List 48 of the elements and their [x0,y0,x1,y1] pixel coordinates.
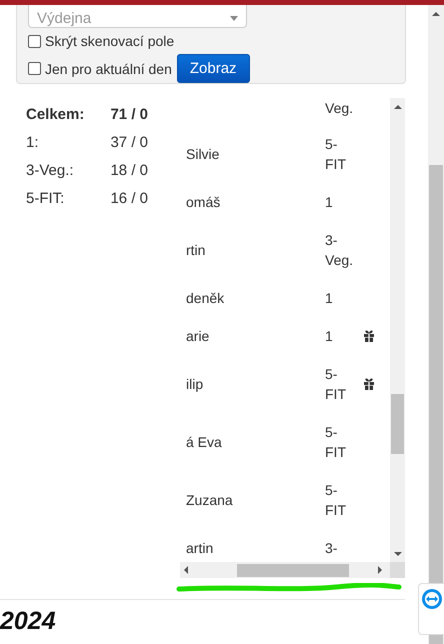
show-button[interactable]: Zobraz [176,54,250,83]
scrollbar-thumb[interactable] [237,564,349,576]
summary-value: 37 / 0 [110,134,148,150]
summary-value: 16 / 0 [110,190,148,206]
table-cell: 5-FIT [325,482,346,518]
checkbox-label[interactable]: Jen pro aktuální den [45,58,172,78]
table-cell: deněk [186,290,224,306]
horizontal-scrollbar[interactable] [180,562,405,578]
table-cell: rtin [186,242,206,258]
gift-icon [363,330,375,342]
table-cell: Veg. [325,100,354,116]
checkbox[interactable] [28,62,41,75]
checkbox[interactable] [28,34,41,48]
summary-label: Celkem: [26,106,84,122]
select-placeholder: Výdejna [37,10,92,26]
gift-icon [363,378,375,390]
scroll-right-icon[interactable] [378,566,382,574]
table-cell: 1 [325,328,333,344]
caret-icon [230,16,238,20]
table-cell: 3-Veg. [325,232,354,268]
scroll-up-icon[interactable] [394,105,402,109]
table-cell: 5-FIT [325,136,346,172]
table-cell: ilip [186,376,204,392]
table-cell: arie [186,328,210,344]
scroll-up-icon[interactable] [432,12,440,16]
page-scrollbar[interactable] [428,5,444,644]
vertical-scrollbar[interactable] [390,98,405,562]
table-cell: 5-FIT [325,424,346,460]
table-cell: 1 [325,290,333,306]
summary-value: 18 / 0 [110,162,148,178]
table-cell: á Eva [186,434,222,450]
scrollbar-corner [390,562,405,578]
checkbox-label[interactable]: Skrýt skenovací pole [45,31,174,51]
summary-label: 5-FIT: [26,190,64,206]
summary-label: 3-Veg.: [26,162,74,178]
table-cell: omáš [186,194,220,210]
remote-support-tab[interactable] [418,583,444,635]
table-cell: 1 [325,194,333,210]
scroll-left-icon[interactable] [184,566,188,574]
scroll-down-icon[interactable] [394,552,402,556]
table-cell: Silvie [186,146,220,162]
scrollbar-thumb[interactable] [391,394,404,454]
summary-label: 1: [26,134,39,150]
summary-value: 71 / 0 [110,106,148,122]
table-cell: 3- [325,540,338,556]
table-cell: 5-FIT [325,366,346,402]
table-cell: artin [186,540,214,556]
table-cell: Zuzana [186,492,233,508]
